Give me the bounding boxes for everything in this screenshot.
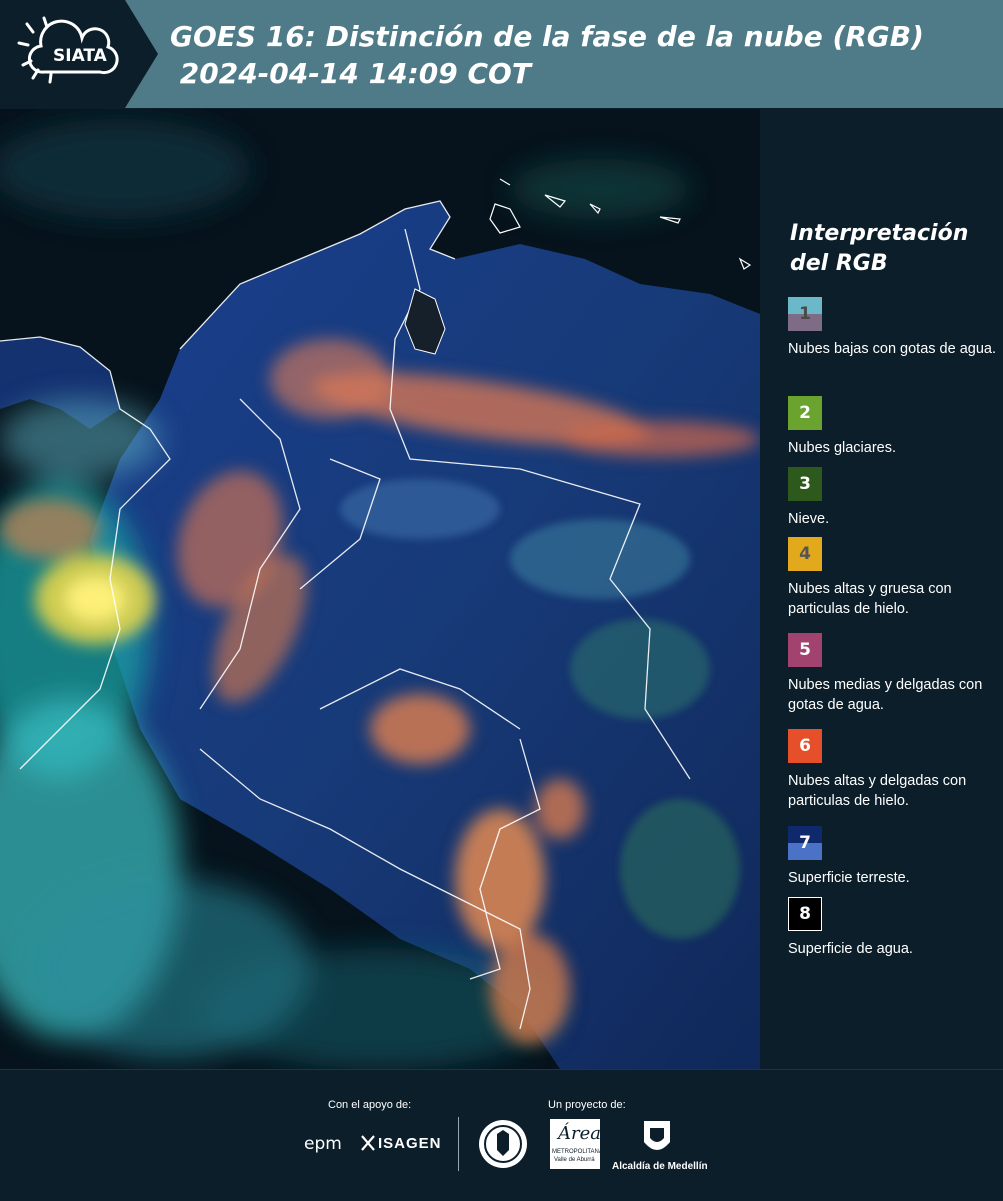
legend-item-8: 8 Superficie de agua. (788, 897, 998, 959)
area-logo-sub1: METROPOLITANA (552, 1149, 603, 1155)
support-label: Con el apoyo de: (328, 1099, 412, 1111)
siata-logo-text: SIATA (53, 46, 107, 66)
isagen-logo-icon (361, 1135, 375, 1151)
legend-number: 1 (799, 304, 811, 324)
legend-swatch: 2 (788, 396, 822, 430)
legend-number: 8 (799, 904, 811, 924)
legend-item-3: 3 Nieve. (788, 467, 998, 529)
area-logo-sub2: Valle de Aburrá (554, 1157, 595, 1163)
legend-label: Superficie terreste. (788, 870, 910, 886)
legend-label: Nubes medias y delgadas con gotas de agu… (788, 677, 983, 713)
legend-swatch: 1 (788, 297, 822, 331)
legend-swatch: 8 (788, 897, 822, 931)
legend-number: 3 (799, 474, 811, 494)
legend-label: Nubes glaciares. (788, 440, 896, 456)
footer: Con el apoyo de: epm ISAGEN Un proyecto … (0, 1069, 1003, 1201)
siata-logo: SIATA (0, 0, 158, 108)
legend-label: Superficie de agua. (788, 941, 913, 957)
page-title: GOES 16: Distinción de la fase de la nub… (170, 18, 924, 92)
legend-swatch: 3 (788, 467, 822, 501)
project-label: Un proyecto de: (548, 1099, 626, 1111)
legend-item-5: 5 Nubes medias y delgadas con gotas de ag… (788, 633, 998, 715)
legend-label: Nubes bajas con gotas de agua. (788, 341, 996, 357)
legend-label: Nieve. (788, 511, 830, 527)
alcaldia-logo-text: Alcaldía de Medellín (612, 1161, 708, 1172)
isagen-logo-text: ISAGEN (378, 1135, 442, 1152)
satellite-image (0, 109, 760, 1069)
legend-swatch: 5 (788, 633, 822, 667)
legend-label: Nubes altas y gruesa con particulas de h… (788, 581, 952, 617)
satellite-map (0, 109, 760, 1069)
legend-number: 4 (799, 544, 811, 564)
legend-swatch: 7 (788, 826, 822, 860)
footer-divider (458, 1117, 459, 1171)
legend-label: Nubes altas y delgadas con particulas de… (788, 773, 967, 809)
area-metropolitana-logo: Área METROPOLITANA Valle de Aburrá (550, 1119, 603, 1169)
title-line-1: GOES 16: Distinción de la fase de la nub… (170, 20, 924, 53)
legend-swatch: 4 (788, 537, 822, 571)
legend-number: 5 (799, 640, 811, 660)
legend-number: 7 (799, 833, 811, 853)
legend-item-2: 2 Nubes glaciares. (788, 396, 998, 458)
legend-panel: Interpretación del RGB 1 Nubes bajas con … (760, 109, 1003, 1069)
epm-logo: epm (304, 1134, 342, 1154)
legend-title: Interpretación del RGB (790, 221, 969, 276)
legend-item-7: 7 Superficie terreste. (788, 826, 998, 888)
title-line-2: 2024-04-14 14:09 COT (170, 57, 531, 90)
header: SIATA GOES 16: Distinción de la fase de … (0, 0, 1003, 108)
seal-logo-icon (479, 1120, 527, 1168)
area-logo-text: Área (558, 1123, 601, 1144)
legend-number: 2 (799, 403, 811, 423)
legend-item-6: 6 Nubes altas y delgadas con particulas d… (788, 729, 998, 811)
legend-swatch: 6 (788, 729, 822, 763)
legend-item-1: 1 Nubes bajas con gotas de agua. (788, 297, 998, 359)
legend-number: 6 (799, 736, 811, 756)
legend-item-4: 4 Nubes altas y gruesa con particulas de … (788, 537, 998, 619)
alcaldia-shield-icon (644, 1121, 670, 1150)
